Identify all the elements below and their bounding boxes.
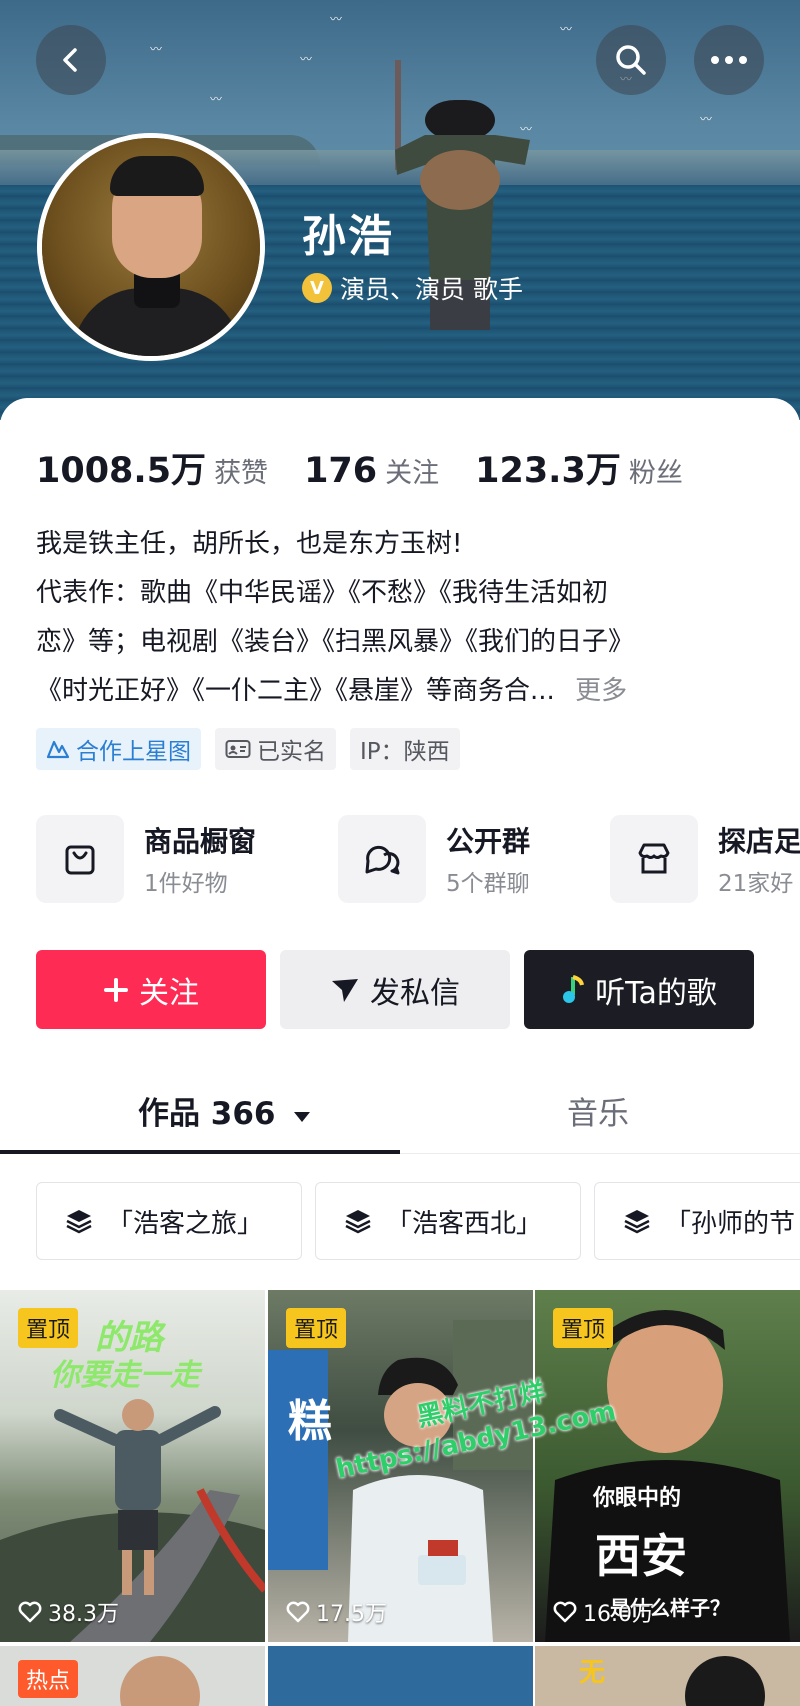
hot-badge: 热点 xyxy=(18,1660,79,1698)
video-grid: 的路 你要走一走 置顶 38.3万 糕 置顶 17.5万 你眼中的 西安 是什么… xyxy=(0,1290,800,1706)
heart-icon xyxy=(18,1601,42,1623)
video-thumbnail[interactable]: 的路 你要走一走 置顶 38.3万 xyxy=(0,1290,265,1642)
services-row: 商品橱窗 1件好物 公开群 5个群聊 探店足 21家好 xyxy=(36,815,800,905)
following-count[interactable]: 176 xyxy=(304,451,377,491)
collection-label: 「孙师的节 xyxy=(665,1208,796,1239)
likes-label: 获赞 xyxy=(214,458,269,489)
more-button[interactable] xyxy=(694,25,764,95)
bio: 我是铁主任，胡所长，也是东方玉树! 代表作：歌曲《中华民谣》《不愁》《我待生活如… xyxy=(36,520,756,716)
service-public-group[interactable]: 公开群 5个群聊 xyxy=(338,815,530,903)
stats-row: 1008.5万 获赞 176 关注 123.3万 粉丝 xyxy=(36,442,719,493)
bio-line: 恋》等；电视剧《装台》《扫黑风暴》《我们的日子》 xyxy=(36,627,635,657)
tab-works[interactable]: 作品 366 xyxy=(138,1088,312,1133)
video-thumbnail[interactable]: 无 xyxy=(535,1646,800,1706)
tag-label: IP：陕西 xyxy=(360,739,450,765)
heart-icon xyxy=(286,1601,310,1623)
tab-works-label: 作品 366 xyxy=(138,1096,276,1132)
bio-line: 《时光正好》《一仆二主》《悬崖》等商务合... 更多 xyxy=(36,667,756,716)
service-shop-window[interactable]: 商品橱窗 1件好物 xyxy=(36,815,256,903)
service-store-visit[interactable]: 探店足 21家好 xyxy=(610,815,800,903)
chat-bubbles-icon xyxy=(338,815,426,903)
storefront-icon xyxy=(610,815,698,903)
send-message-button[interactable]: 发私信 xyxy=(280,950,510,1029)
likes-count: 1008.5万 xyxy=(36,451,207,491)
tag-label: 合作上星图 xyxy=(76,739,191,765)
following-label[interactable]: 关注 xyxy=(385,451,439,490)
collections-row: 「浩客之旅」 「浩客西北」 「孙师的节 xyxy=(36,1182,800,1260)
follow-button[interactable]: 关注 xyxy=(36,950,266,1029)
verification[interactable]: V 演员、演员 歌手 xyxy=(302,270,523,306)
layers-icon xyxy=(344,1208,372,1234)
tags-row: 合作上星图 已实名 IP：陕西 xyxy=(36,728,460,770)
video-overlay-text: 你要走一走 xyxy=(50,1358,200,1393)
message-label: 发私信 xyxy=(370,975,460,1011)
song-label: 听Ta的歌 xyxy=(595,975,717,1011)
video-overlay-text: 你眼中的 xyxy=(593,1486,682,1511)
tag-verified-name: 已实名 xyxy=(215,728,336,770)
service-subtitle: 21家好 xyxy=(718,871,794,897)
pinned-badge: 置顶 xyxy=(18,1308,79,1348)
service-title: 公开群 xyxy=(446,825,531,858)
back-button[interactable] xyxy=(36,25,106,95)
tag-star-map[interactable]: 合作上星图 xyxy=(36,728,201,770)
service-title: 探店足 xyxy=(718,825,800,858)
tab-indicator xyxy=(0,1150,400,1154)
followers-label[interactable]: 粉丝 xyxy=(629,451,683,490)
bio-line: 代表作：歌曲《中华民谣》《不愁》《我待生活如初 xyxy=(36,578,609,608)
bio-line-text: 《时光正好》《一仆二主》《悬崖》等商务合... xyxy=(36,676,555,706)
followers-count[interactable]: 123.3万 xyxy=(475,442,621,493)
likes-count: 16.0万 xyxy=(583,1602,654,1627)
id-card-icon xyxy=(225,740,251,758)
likes-count: 38.3万 xyxy=(48,1602,119,1627)
video-overlay-text: 糕 xyxy=(288,1396,332,1447)
avatar[interactable] xyxy=(37,133,265,361)
heart-icon xyxy=(553,1601,577,1623)
search-button[interactable] xyxy=(596,25,666,95)
video-thumbnail[interactable]: 热点 xyxy=(0,1646,265,1706)
video-overlay-text: 西安 xyxy=(595,1529,687,1583)
video-likes: 38.3万 xyxy=(18,1596,119,1628)
profile-name: 孙浩 xyxy=(302,211,394,262)
star-map-icon xyxy=(46,740,70,759)
collection-label: 「浩客西北」 xyxy=(386,1208,543,1239)
video-overlay-text: 无 xyxy=(579,1658,606,1688)
action-buttons: 关注 发私信 听Ta的歌 xyxy=(36,950,754,1029)
search-icon xyxy=(616,45,646,75)
tag-ip-location: IP：陕西 xyxy=(350,728,460,770)
caret-down-icon xyxy=(294,1112,311,1122)
video-thumbnail[interactable]: 你眼中的 西安 是什么样子？ 置顶 16.0万 xyxy=(535,1290,800,1642)
service-title: 商品橱窗 xyxy=(144,825,257,858)
verification-text: 演员、演员 歌手 xyxy=(340,275,523,304)
collection-chip[interactable]: 「浩客之旅」 xyxy=(36,1182,302,1260)
more-dots-icon xyxy=(711,56,747,64)
video-thumbnail[interactable] xyxy=(268,1646,533,1706)
pinned-badge: 置顶 xyxy=(553,1308,614,1348)
collection-chip[interactable]: 「浩客西北」 xyxy=(315,1182,581,1260)
video-likes: 17.5万 xyxy=(286,1596,387,1628)
music-note-icon xyxy=(561,974,585,1005)
service-subtitle: 5个群聊 xyxy=(446,871,530,897)
pinned-badge: 置顶 xyxy=(286,1308,347,1348)
collection-chip[interactable]: 「孙师的节 xyxy=(594,1182,800,1260)
layers-icon xyxy=(65,1208,93,1234)
content-tabs: 作品 366 音乐 xyxy=(0,1080,800,1154)
bio-line: 我是铁主任，胡所长，也是东方玉树! xyxy=(36,529,463,559)
bio-more-link[interactable]: 更多 xyxy=(575,676,627,706)
collection-label: 「浩客之旅」 xyxy=(107,1208,264,1239)
video-likes: 16.0万 xyxy=(553,1596,654,1628)
layers-icon xyxy=(623,1208,651,1234)
tab-music[interactable]: 音乐 xyxy=(567,1088,629,1133)
listen-songs-button[interactable]: 听Ta的歌 xyxy=(524,950,754,1029)
service-subtitle: 1件好物 xyxy=(144,871,228,897)
likes-count: 17.5万 xyxy=(316,1602,387,1627)
shopping-bag-icon xyxy=(36,815,124,903)
chevron-left-icon xyxy=(63,48,77,72)
verified-badge-icon: V xyxy=(302,273,332,303)
send-icon xyxy=(330,976,360,1004)
plus-icon xyxy=(103,977,129,1003)
follow-label: 关注 xyxy=(139,975,199,1011)
tag-label: 已实名 xyxy=(257,739,326,765)
